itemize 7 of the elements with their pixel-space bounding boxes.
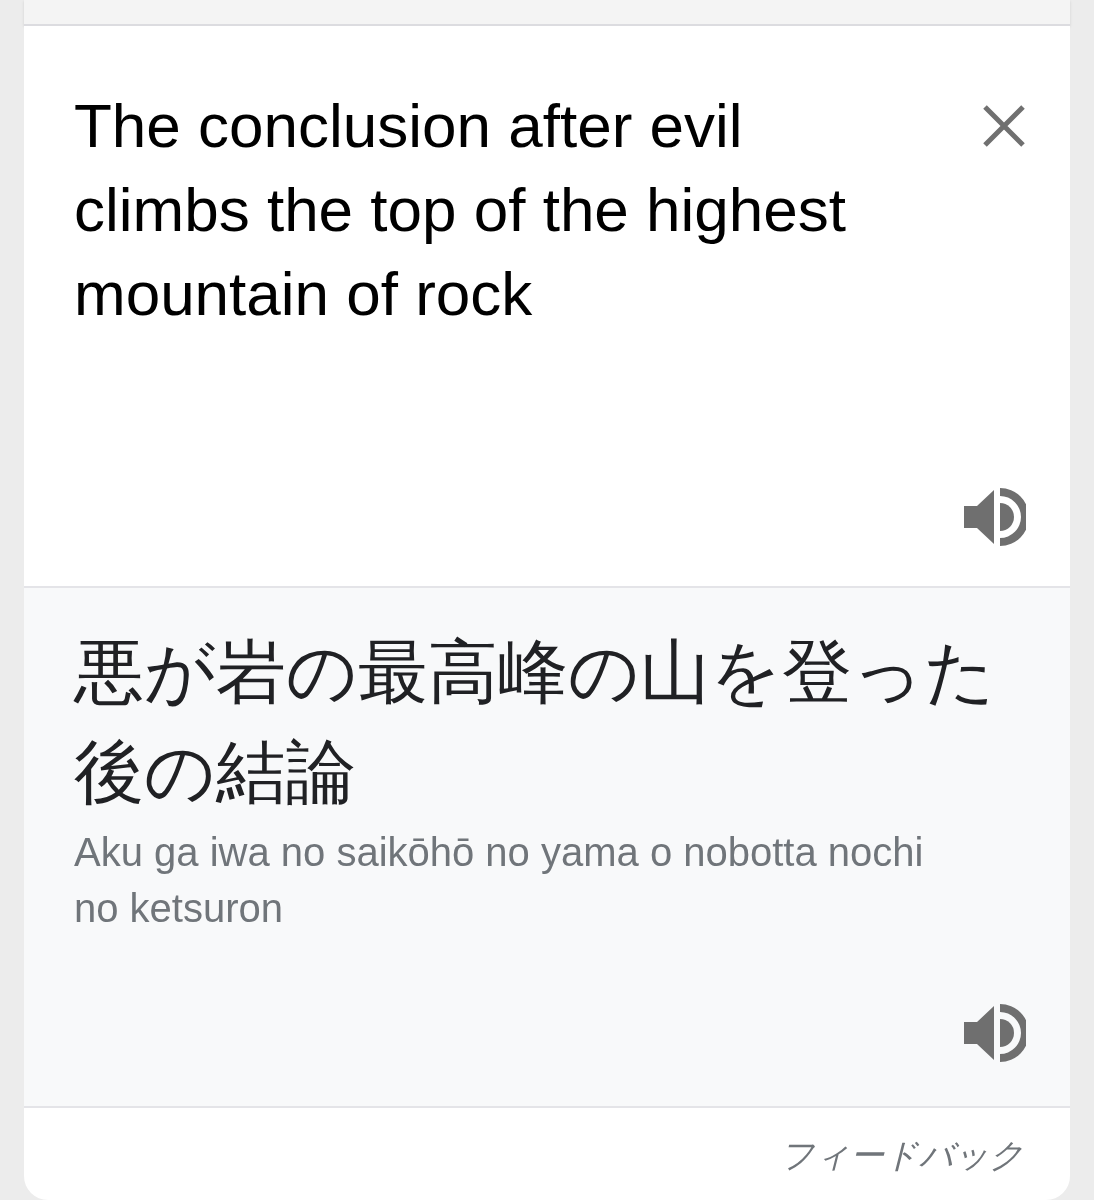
speaker-icon[interactable] <box>964 1004 1026 1062</box>
romanization-text: Aku ga iwa no saikōhō no yama o nobotta nochi no ketsuron <box>74 829 925 932</box>
speaker-icon[interactable] <box>964 488 1026 546</box>
feedback-link[interactable]: フィードバック <box>780 1130 1024 1181</box>
close-icon[interactable] <box>982 104 1026 148</box>
source-text: The conclusion after evil climbs the top of the highest mountain of rock <box>74 90 847 330</box>
translation-text: 悪が岩の最高峰の山を登った後の結論 <box>74 632 997 813</box>
